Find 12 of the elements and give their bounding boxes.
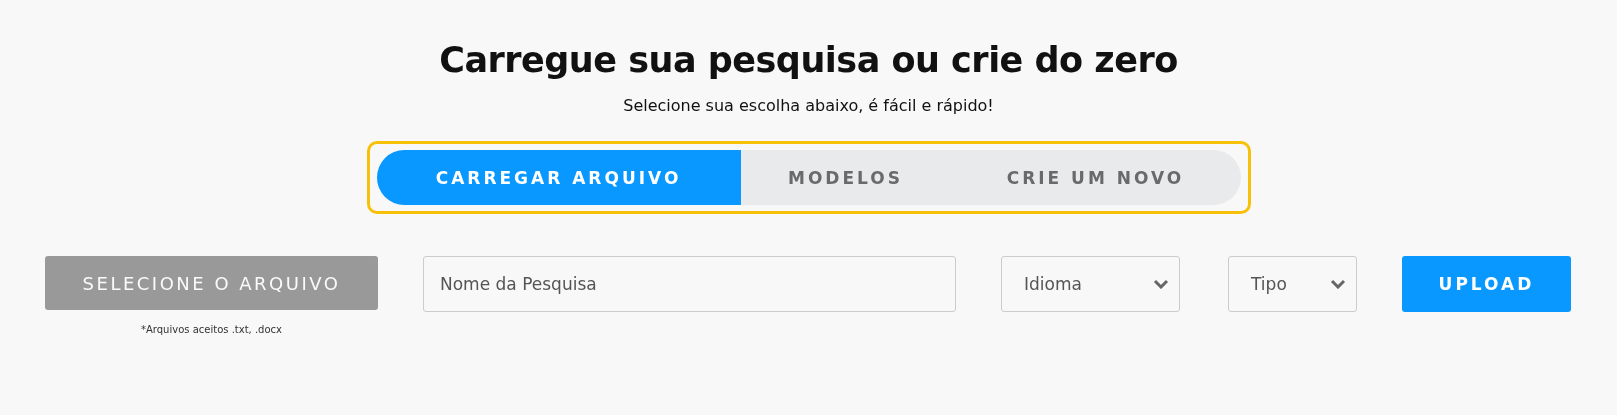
page-title: Carregue sua pesquisa ou crie do zero — [439, 40, 1178, 80]
upload-button[interactable]: UPLOAD — [1402, 256, 1571, 312]
tab[interactable]: MODELOS — [740, 150, 951, 205]
dropdown[interactable]: Idioma — [1001, 256, 1180, 312]
tab[interactable]: CRIE UM NOVO — [950, 150, 1241, 205]
chevron-down-icon — [1330, 279, 1346, 289]
name-input-field[interactable]: Nome da Pesquisa — [423, 256, 956, 312]
file-note: *Arquivos aceitos .txt, .docx — [141, 324, 282, 335]
dropdown[interactable]: Tipo — [1228, 256, 1357, 312]
chevron-down-icon — [1153, 279, 1169, 289]
tab[interactable]: CARREGAR ARQUIVO — [376, 150, 741, 205]
page-subtitle: Selecione sua escolha abaixo, é fácil e rápido! — [623, 96, 994, 115]
